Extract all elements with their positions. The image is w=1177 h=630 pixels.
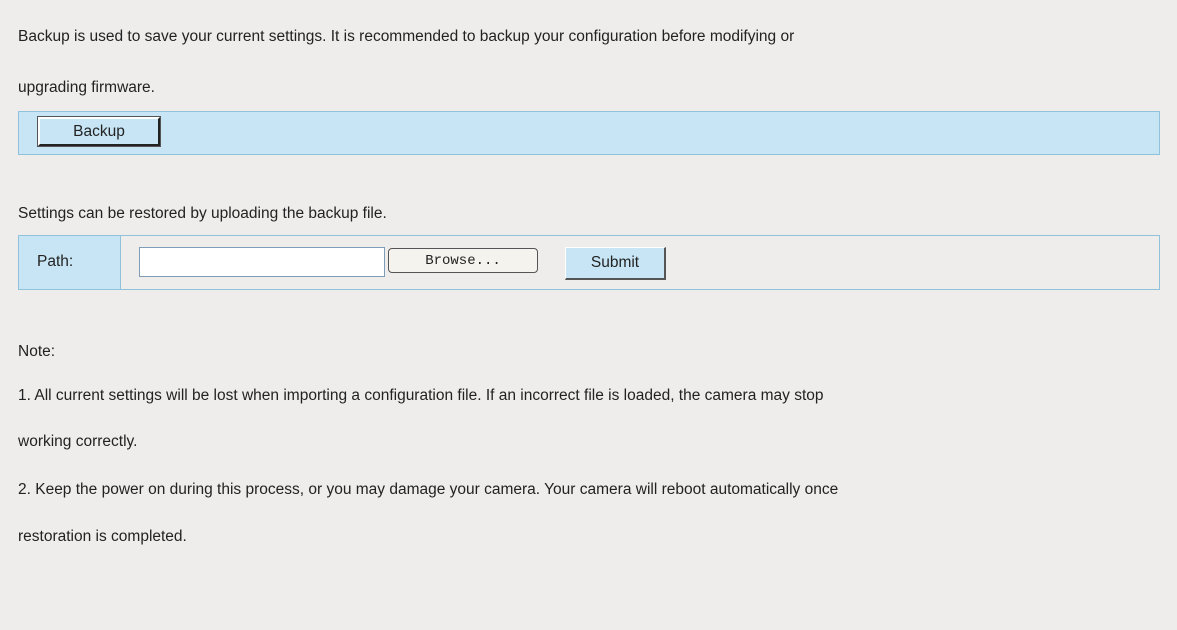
browse-button[interactable]: Browse... xyxy=(388,248,538,273)
submit-button[interactable]: Submit xyxy=(565,247,666,280)
backup-button[interactable]: Backup xyxy=(37,116,161,147)
path-input[interactable] xyxy=(139,247,385,277)
restore-path-row: Path: Browse... Submit xyxy=(18,235,1160,290)
note-heading: Note: xyxy=(18,343,56,360)
path-label-cell: Path: xyxy=(19,236,121,289)
backup-bar: Backup xyxy=(18,111,1160,155)
settings-panel: Backup is used to save your current sett… xyxy=(0,0,1177,630)
note-2-line1: 2. Keep the power on during this process… xyxy=(18,481,839,498)
restore-description: Settings can be restored by uploading th… xyxy=(18,205,387,222)
path-label: Path: xyxy=(37,253,74,270)
backup-description-line1: Backup is used to save your current sett… xyxy=(18,28,795,45)
note-1-line2: working correctly. xyxy=(18,433,138,450)
backup-description-line2: upgrading firmware. xyxy=(18,79,155,96)
note-1-line1: 1. All current settings will be lost whe… xyxy=(18,387,824,404)
note-2-line2: restoration is completed. xyxy=(18,528,187,545)
